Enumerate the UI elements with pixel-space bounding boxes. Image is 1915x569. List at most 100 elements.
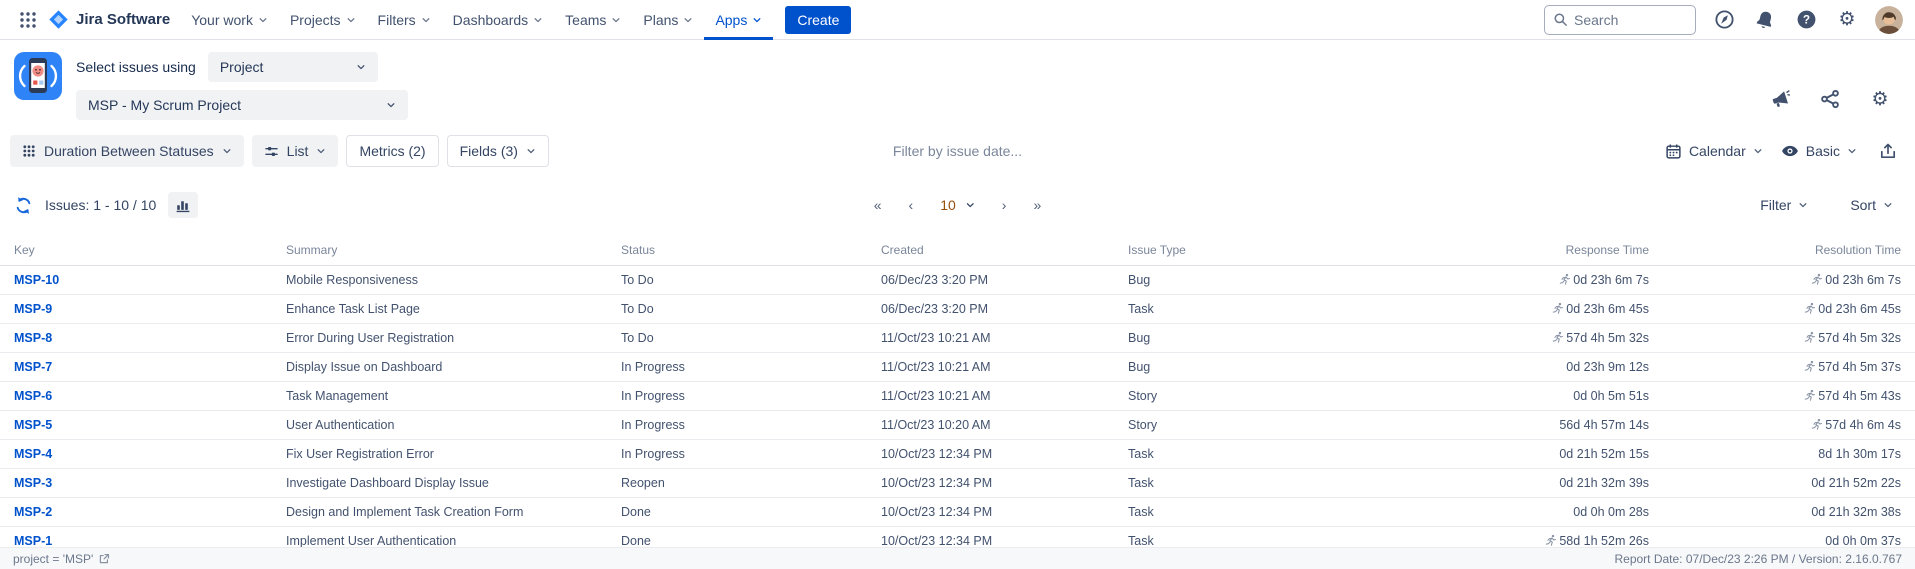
response-time-value: 0d 23h 6m 45s xyxy=(1566,302,1649,316)
nav-item-teams[interactable]: Teams xyxy=(554,0,632,40)
status-cell: Done xyxy=(621,498,881,527)
created-cell: 11/Oct/23 10:21 AM xyxy=(881,382,1128,411)
issue-key-link[interactable]: MSP-8 xyxy=(14,331,52,345)
page-size-dropdown[interactable]: 10 xyxy=(940,197,975,213)
table-row: MSP-9Enhance Task List PageTo Do06/Dec/2… xyxy=(0,295,1915,324)
calendar-dropdown[interactable]: Calendar xyxy=(1665,143,1763,160)
summary-cell: Enhance Task List Page xyxy=(286,295,621,324)
discover-button[interactable] xyxy=(1711,7,1737,33)
jira-logo[interactable]: Jira Software xyxy=(44,9,180,30)
notifications-button[interactable] xyxy=(1752,7,1778,33)
runner-icon xyxy=(1803,360,1816,373)
help-icon: ? xyxy=(1796,9,1817,30)
summary-cell: Design and Implement Task Creation Form xyxy=(286,498,621,527)
issue-key-link[interactable]: MSP-9 xyxy=(14,302,52,316)
view-type-dropdown[interactable]: List xyxy=(252,135,339,167)
first-page-button[interactable]: « xyxy=(874,198,882,212)
open-jql-button[interactable] xyxy=(98,553,110,565)
user-avatar[interactable] xyxy=(1875,6,1903,34)
response-time-value: 0d 21h 52m 15s xyxy=(1559,447,1649,461)
bar-chart-icon xyxy=(175,197,191,213)
settings-button[interactable]: ⚙ xyxy=(1834,7,1860,33)
table-row: MSP-4Fix User Registration ErrorIn Progr… xyxy=(0,440,1915,469)
issue-key-link[interactable]: MSP-5 xyxy=(14,418,52,432)
pagination: « ‹ 10 › » xyxy=(874,197,1042,213)
status-cell: To Do xyxy=(621,266,881,295)
runner-icon xyxy=(1803,302,1816,315)
sort-dropdown[interactable]: Sort xyxy=(1850,197,1893,213)
svg-text:?: ? xyxy=(1802,13,1809,27)
share-icon xyxy=(1820,89,1840,109)
issue-type-cell: Story xyxy=(1128,411,1298,440)
display-mode-dropdown[interactable]: Basic xyxy=(1781,142,1857,160)
issue-key-link[interactable]: MSP-1 xyxy=(14,534,52,548)
created-cell: 06/Dec/23 3:20 PM xyxy=(881,266,1128,295)
issue-type-cell: Task xyxy=(1128,498,1298,527)
summary-cell: Investigate Dashboard Display Issue xyxy=(286,469,621,498)
chevron-down-icon xyxy=(1883,200,1893,210)
table-row: MSP-3 Investigate Dashboard Display Issue… xyxy=(0,469,1915,498)
next-page-button[interactable]: › xyxy=(1002,198,1007,212)
gear-icon: ⚙ xyxy=(1838,10,1855,29)
resolution-time-value: 8d 1h 30m 17s xyxy=(1818,447,1901,461)
issue-key-link[interactable]: MSP-3 xyxy=(14,476,52,490)
issue-key-link[interactable]: MSP-6 xyxy=(14,389,52,403)
select-issues-dropdown[interactable]: Project xyxy=(208,52,378,82)
prev-page-button[interactable]: ‹ xyxy=(909,198,914,212)
gear-icon: ⚙ xyxy=(1871,90,1888,109)
nav-item-projects[interactable]: Projects xyxy=(279,0,367,40)
refresh-button[interactable] xyxy=(14,196,33,215)
resolution-time-value: 57d 4h 5m 32s xyxy=(1818,331,1901,345)
help-button[interactable]: ? xyxy=(1793,7,1819,33)
logo-text: Jira Software xyxy=(76,11,170,28)
last-page-button[interactable]: » xyxy=(1033,198,1041,212)
nav-item-plans[interactable]: Plans xyxy=(632,0,704,40)
runner-icon xyxy=(1544,534,1557,547)
announcements-button[interactable] xyxy=(1767,86,1793,112)
col-header-summary: Summary xyxy=(286,234,621,266)
created-cell: 10/Oct/23 12:34 PM xyxy=(881,440,1128,469)
metrics-label: Metrics (2) xyxy=(359,143,425,159)
response-time-cell: 0d 23h 9m 12s xyxy=(1298,353,1649,382)
response-time-value: 0d 0h 5m 51s xyxy=(1573,389,1649,403)
issue-type-cell: Bug xyxy=(1128,266,1298,295)
bell-icon xyxy=(1755,10,1775,30)
nav-item-filters[interactable]: Filters xyxy=(367,0,442,40)
nav-item-dashboards[interactable]: Dashboards xyxy=(442,0,555,40)
display-mode-label: Basic xyxy=(1806,143,1840,159)
nav-item-apps[interactable]: Apps xyxy=(704,0,773,40)
issue-type-cell: Task xyxy=(1128,469,1298,498)
toolbar-right: Calendar Basic xyxy=(1665,138,1901,164)
issue-key-link[interactable]: MSP-10 xyxy=(14,273,59,287)
nav-item-label: Dashboards xyxy=(453,12,529,28)
project-dropdown[interactable]: MSP - My Scrum Project xyxy=(76,90,408,120)
metrics-button[interactable]: Metrics (2) xyxy=(346,135,438,167)
chevron-down-icon xyxy=(683,15,693,25)
chart-view-button[interactable] xyxy=(168,192,198,218)
runner-icon xyxy=(1810,418,1823,431)
issue-key-link[interactable]: MSP-7 xyxy=(14,360,52,374)
issue-type-cell: Bug xyxy=(1128,353,1298,382)
search-input[interactable] xyxy=(1574,12,1687,28)
nav-right: ? ⚙ xyxy=(1544,5,1903,35)
app-settings-button[interactable]: ⚙ xyxy=(1867,86,1893,112)
share-button[interactable] xyxy=(1817,86,1843,112)
select-issues-value: Project xyxy=(220,59,264,75)
fields-dropdown[interactable]: Fields (3) xyxy=(447,135,549,167)
table-row: MSP-6Task ManagementIn Progress11/Oct/23… xyxy=(0,382,1915,411)
export-button[interactable] xyxy=(1875,138,1901,164)
sort-label: Sort xyxy=(1850,197,1876,213)
issue-key-link[interactable]: MSP-4 xyxy=(14,447,52,461)
response-time-value: 0d 23h 6m 7s xyxy=(1573,273,1649,287)
create-button[interactable]: Create xyxy=(785,6,851,34)
app-switcher-button[interactable] xyxy=(12,4,44,36)
resolution-time-value: 0d 21h 52m 22s xyxy=(1811,476,1901,490)
runner-icon xyxy=(1803,331,1816,344)
report-type-dropdown[interactable]: Duration Between Statuses xyxy=(10,135,244,167)
app-header-actions: ⚙ xyxy=(1767,52,1893,120)
filter-dropdown[interactable]: Filter xyxy=(1760,197,1808,213)
issue-date-filter-input[interactable] xyxy=(793,136,1123,166)
issue-key-link[interactable]: MSP-2 xyxy=(14,505,52,519)
nav-item-your-work[interactable]: Your work xyxy=(180,0,279,40)
primary-nav: Your workProjectsFilters Dashboards TeamsP… xyxy=(180,0,773,40)
